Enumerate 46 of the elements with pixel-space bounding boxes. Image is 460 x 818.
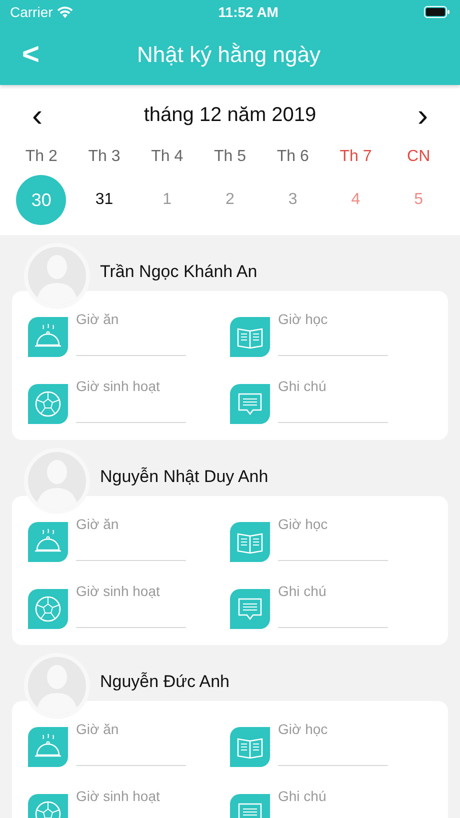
calendar-day[interactable]: 1 bbox=[142, 175, 192, 225]
weekday-label: Th 5 bbox=[212, 147, 247, 167]
field-label: Ghi chú bbox=[278, 582, 328, 601]
message-icon bbox=[230, 589, 270, 629]
student-name: Trần Ngọc Khánh An bbox=[100, 261, 258, 283]
food-cover-icon bbox=[28, 727, 68, 767]
field-label: Giờ sinh hoạt bbox=[76, 582, 161, 601]
calendar-day[interactable]: 30 bbox=[16, 175, 66, 225]
screen-title: Nhật ký hằng ngày bbox=[136, 41, 322, 69]
food-cover-icon bbox=[28, 317, 68, 357]
book-icon bbox=[230, 317, 270, 357]
field-label: Giờ học bbox=[278, 310, 329, 329]
student-name: Nguyễn Đức Anh bbox=[100, 671, 230, 693]
field-label: Giờ học bbox=[278, 720, 329, 739]
field-label: Giờ ăn bbox=[76, 720, 120, 739]
weekday-label: Th 6 bbox=[276, 147, 310, 167]
field-label: Ghi chú bbox=[278, 377, 328, 396]
month-title: tháng 12 năm 2019 bbox=[144, 103, 316, 128]
calendar-day[interactable]: 31 bbox=[79, 175, 130, 225]
weekday-label: Th 7 bbox=[338, 147, 373, 167]
field-label: Giờ ăn bbox=[76, 515, 120, 534]
field-label: Giờ sinh hoạt bbox=[76, 377, 161, 396]
previous-month-button[interactable]: ‹ bbox=[24, 99, 51, 131]
field-label: Ghi chú bbox=[278, 787, 328, 806]
weekday-label: Th 2 bbox=[24, 147, 58, 167]
weekday-label: Th 3 bbox=[87, 147, 122, 167]
weekday-label: Th 4 bbox=[150, 147, 184, 167]
message-icon bbox=[230, 384, 270, 424]
battery-icon bbox=[424, 6, 450, 18]
status-time: 11:52 AM bbox=[218, 2, 278, 22]
weekday-label: CN bbox=[406, 147, 432, 167]
field-label: Giờ ăn bbox=[76, 310, 120, 329]
calendar-day[interactable]: 5 bbox=[394, 175, 444, 225]
book-icon bbox=[230, 727, 270, 767]
field-label: Giờ học bbox=[278, 515, 329, 534]
back-button[interactable]: < bbox=[12, 40, 50, 70]
next-month-button[interactable]: › bbox=[409, 99, 436, 131]
book-icon bbox=[230, 522, 270, 562]
carrier-label: Carrier bbox=[10, 2, 53, 22]
calendar-day[interactable]: 4 bbox=[330, 175, 381, 225]
calendar-day[interactable]: 3 bbox=[268, 175, 318, 225]
wifi-icon bbox=[56, 6, 73, 18]
calendar-day[interactable]: 2 bbox=[204, 175, 255, 225]
field-label: Giờ sinh hoạt bbox=[76, 787, 161, 806]
food-cover-icon bbox=[28, 522, 68, 562]
student-name: Nguyễn Nhật Duy Anh bbox=[100, 466, 268, 488]
